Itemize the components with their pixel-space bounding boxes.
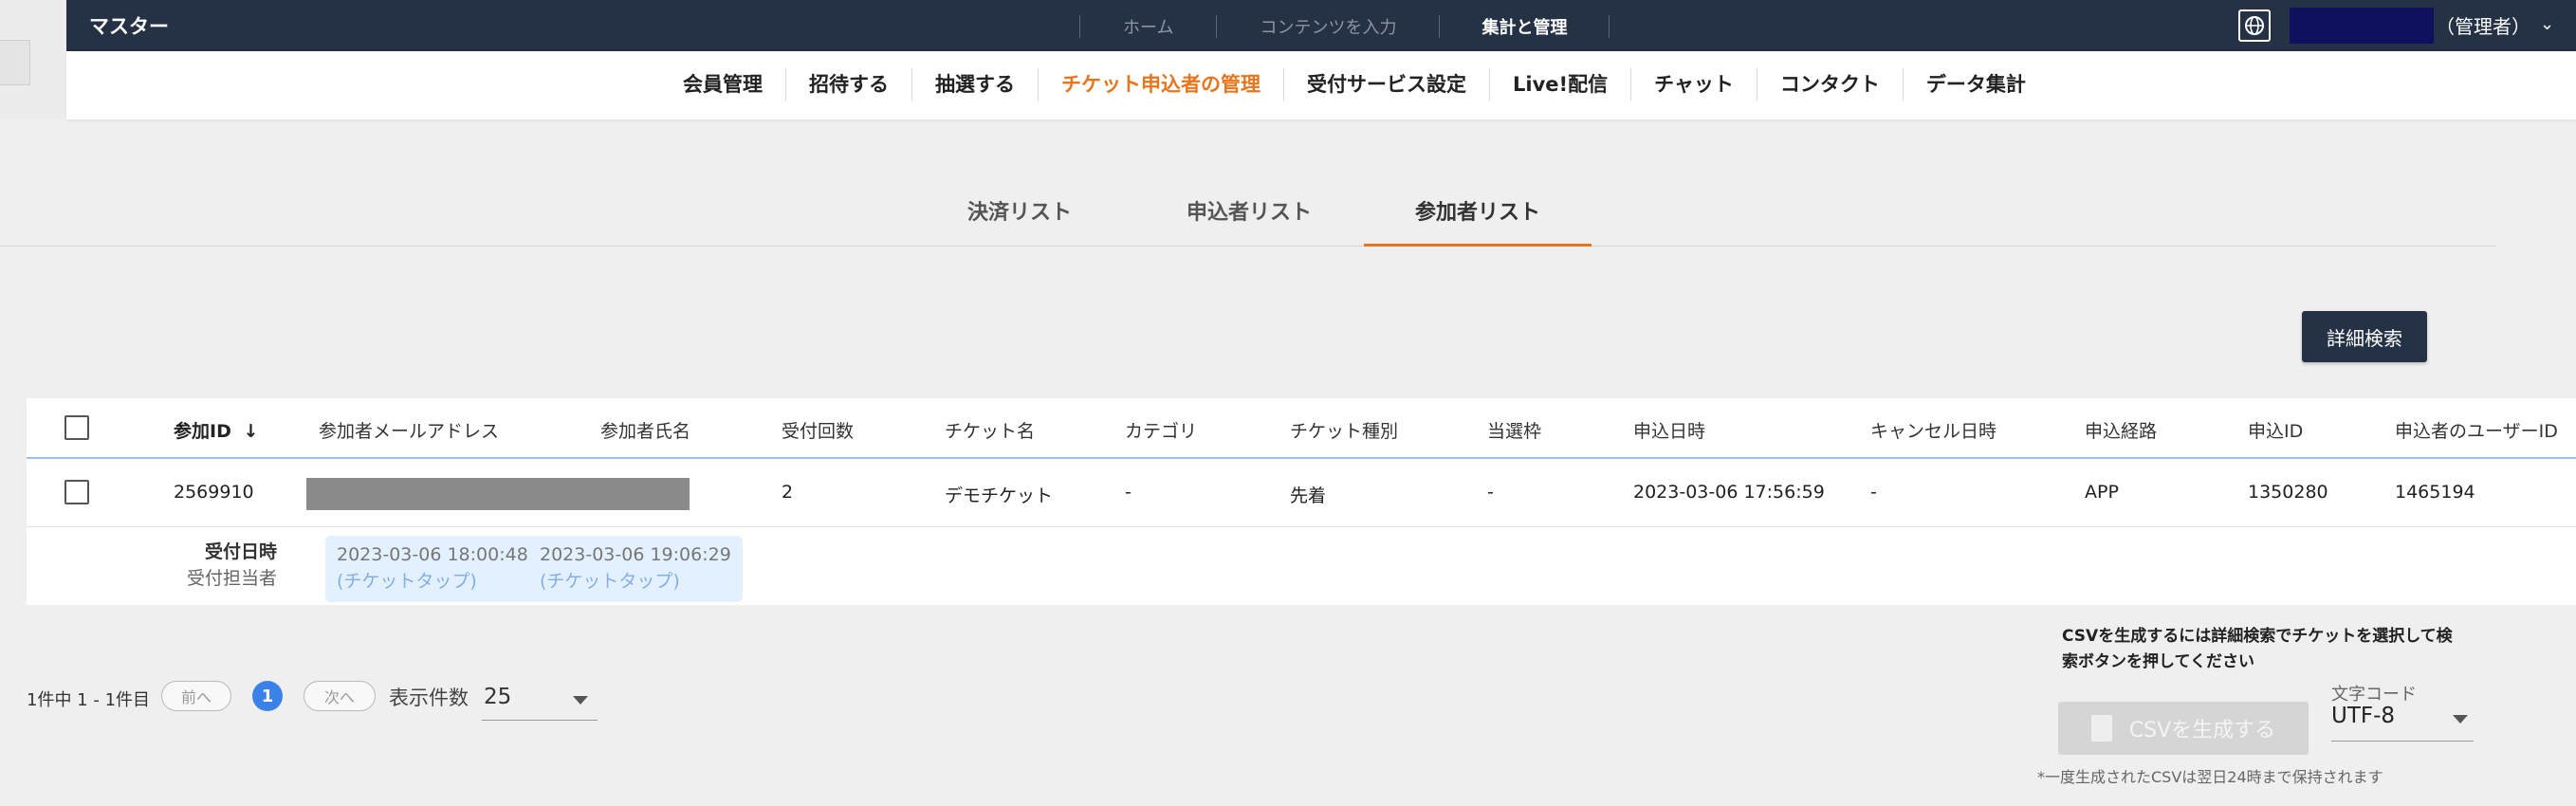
table-row[interactable]: 2569910 2 デモチケット - 先着 - 2023-03-06 17:56… xyxy=(27,459,2576,527)
top-nav: ホーム コンテンツを入力 集計と管理 xyxy=(1079,13,1610,40)
cell-ticket-name: デモチケット xyxy=(945,485,1054,506)
prev-page-button[interactable]: 前へ xyxy=(161,681,231,711)
header-user-id: 申込者のユーザーID xyxy=(2395,421,2558,442)
header-quota: 当選枠 xyxy=(1487,421,1542,442)
participant-table: 参加ID ↓ 参加者メールアドレス 参加者氏名 受付回数 チケット名 カテゴリ … xyxy=(27,398,2576,605)
cell-ticket-type: 先着 xyxy=(1290,485,1327,506)
header-canceled-at: キャンセル日時 xyxy=(1870,421,1997,442)
cell-reception-count: 2 xyxy=(782,482,794,503)
sort-arrow-icon: ↓ xyxy=(243,421,259,442)
header-email: 参加者メールアドレス xyxy=(319,421,500,442)
csv-retention-note: *一度生成されたCSVは翌日24時まで保持されます xyxy=(2037,768,2383,786)
cell-apply-id: 1350280 xyxy=(2248,482,2328,503)
cell-quota: - xyxy=(1487,482,1494,503)
next-page-button[interactable]: 次へ xyxy=(304,681,376,711)
row-checkbox[interactable] xyxy=(64,480,89,504)
per-page-select[interactable]: 25 xyxy=(482,677,598,721)
left-strip xyxy=(0,0,66,119)
cell-canceled-at: - xyxy=(1870,482,1877,503)
nav-member-management[interactable]: 会員管理 xyxy=(660,68,785,101)
header-ticket-type: チケット種別 xyxy=(1290,421,1399,442)
header-name: 参加者氏名 xyxy=(600,421,691,442)
cell-user-id: 1465194 xyxy=(2395,482,2475,503)
table-header: 参加ID ↓ 参加者メールアドレス 参加者氏名 受付回数 チケット名 カテゴリ … xyxy=(27,398,2576,459)
header-reception-count: 受付回数 xyxy=(782,421,855,442)
topnav-content-input[interactable]: コンテンツを入力 xyxy=(1217,14,1439,39)
encoding-select[interactable]: UTF-8 xyxy=(2331,702,2474,742)
user-role: （管理者） xyxy=(2436,15,2530,38)
nav-contact[interactable]: コンタクト xyxy=(1757,68,1903,101)
header-route: 申込経路 xyxy=(2085,421,2158,442)
chevron-down-icon[interactable]: ⌄ xyxy=(2540,14,2554,34)
nav-data-aggregate[interactable]: データ集計 xyxy=(1904,68,2049,101)
brand-title: マスター xyxy=(89,15,169,38)
chevron-down-icon xyxy=(2453,715,2468,724)
reception-entry: 2023-03-06 18:00:48 (チケットタップ) xyxy=(325,536,540,602)
globe-icon[interactable] xyxy=(2238,9,2271,42)
sub-tabs: 決済リスト 申込者リスト 参加者リスト xyxy=(0,180,2496,247)
main-nav: 会員管理 招待する 抽選する チケット申込者の管理 受付サービス設定 Live!… xyxy=(66,51,2576,119)
nav-chat[interactable]: チャット xyxy=(1631,68,1757,101)
topnav-aggregate-manage[interactable]: 集計と管理 xyxy=(1440,14,1609,39)
tab-payment-list[interactable]: 決済リスト xyxy=(948,195,1091,247)
reception-detail-row: 受付日時 受付担当者 2023-03-06 18:00:48 (チケットタップ)… xyxy=(27,528,2576,605)
nav-live[interactable]: Live!配信 xyxy=(1490,68,1630,101)
header-apply-id: 申込ID xyxy=(2248,421,2304,442)
select-all-checkbox[interactable] xyxy=(64,415,89,440)
nav-lottery[interactable]: 抽選する xyxy=(912,68,1038,101)
cell-participant-id: 2569910 xyxy=(174,482,254,503)
per-page-label: 表示件数 xyxy=(389,687,469,709)
document-icon xyxy=(2090,715,2112,742)
header-ticket-name: チケット名 xyxy=(945,421,1036,442)
header-category: カテゴリ xyxy=(1125,421,1198,442)
nav-reception-settings[interactable]: 受付サービス設定 xyxy=(1284,68,1489,101)
logo-image xyxy=(0,40,30,85)
reception-entry: 2023-03-06 19:06:29 (チケットタップ) xyxy=(528,536,743,602)
header-participant-id[interactable]: 参加ID ↓ xyxy=(174,417,258,443)
cell-applied-at: 2023-03-06 17:56:59 xyxy=(1633,482,1825,503)
page-number-current[interactable]: 1 xyxy=(252,681,283,711)
generate-csv-button[interactable]: CSVを生成する xyxy=(2058,702,2309,755)
reception-staff-label: 受付担当者 xyxy=(186,568,277,589)
header-applied-at: 申込日時 xyxy=(1633,421,1706,442)
cell-route: APP xyxy=(2085,482,2119,503)
topnav-home[interactable]: ホーム xyxy=(1080,14,1216,39)
csv-instruction: CSVを生成するには詳細検索でチケットを選択して検索ボタンを押してください xyxy=(2062,627,2453,671)
chevron-down-icon xyxy=(573,696,588,705)
detail-search-button[interactable]: 詳細検索 xyxy=(2302,311,2427,362)
nav-invite[interactable]: 招待する xyxy=(786,68,911,101)
reception-time-label: 受付日時 xyxy=(204,541,277,562)
cell-category: - xyxy=(1125,482,1132,503)
user-name-redacted[interactable] xyxy=(2290,8,2434,44)
tab-applicant-list[interactable]: 申込者リスト xyxy=(1176,195,1322,247)
pagination-summary: 1件中 1 - 1件目 xyxy=(27,690,151,710)
redacted-email-name xyxy=(306,478,690,510)
nav-ticket-applicants[interactable]: チケット申込者の管理 xyxy=(1039,68,1283,101)
top-bar: マスター ホーム コンテンツを入力 集計と管理 （管理者） ⌄ xyxy=(66,0,2576,51)
tab-participant-list[interactable]: 参加者リスト xyxy=(1364,195,1592,247)
